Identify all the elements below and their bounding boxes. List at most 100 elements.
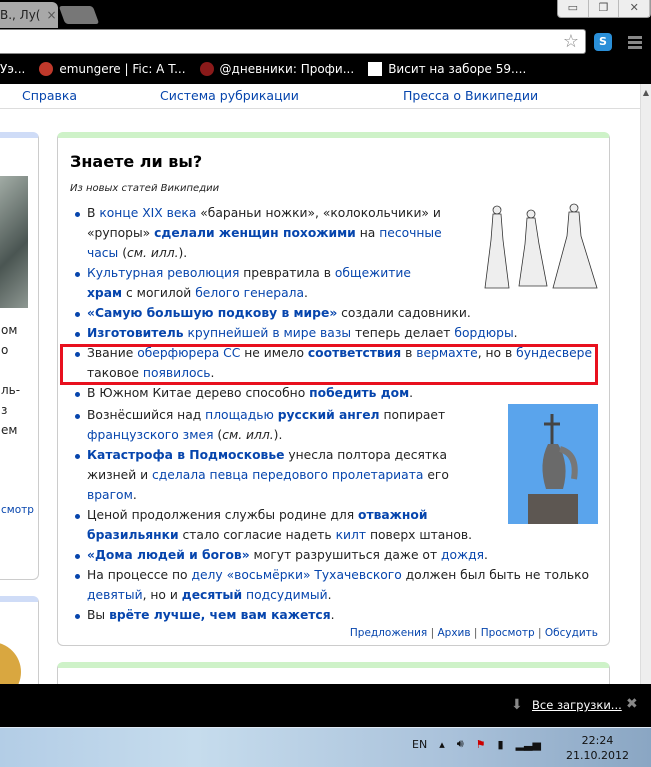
article-link[interactable]: Катастрофа в Подмосковье: [87, 448, 284, 462]
article-link[interactable]: девятый: [87, 588, 143, 602]
article-link[interactable]: бордюры: [454, 326, 513, 340]
dyk-item: Ценой продолжения службы родине для отва…: [72, 505, 492, 545]
bookmark-item[interactable]: emungere | Fic: A T...: [39, 62, 186, 76]
article-link[interactable]: храм: [87, 286, 122, 300]
menu-icon[interactable]: [628, 36, 642, 51]
article-link[interactable]: общежитие: [335, 266, 411, 280]
dyk-title: Знаете ли вы?: [70, 152, 203, 171]
bookmark-favicon-icon: [39, 62, 54, 76]
bookmark-item[interactable]: Висит на заборе 59....: [368, 62, 526, 76]
skype-extension-icon[interactable]: S: [594, 33, 612, 51]
did-you-know-box: Знаете ли вы? Из новых статей Википедии …: [57, 132, 610, 646]
article-link[interactable]: сделали женщин похожими: [154, 226, 356, 240]
article-link[interactable]: французского змея: [87, 428, 213, 442]
article-link[interactable]: подсудимый: [246, 588, 328, 602]
separator: |: [470, 627, 481, 639]
address-bar[interactable]: ☆: [0, 29, 586, 54]
left-panel-text: з: [1, 403, 8, 417]
volume-icon[interactable]: 🔊︎: [457, 737, 464, 751]
item-text: , но и: [142, 588, 182, 602]
item-text: Ценой продолжения службы родине для: [87, 508, 358, 522]
left-panel-text: [1, 480, 34, 500]
tab-title: В., Лу(: [0, 8, 41, 22]
dyk-item: В Южном Китае дерево способно победить д…: [72, 383, 602, 403]
bookmark-item[interactable]: Уэ...: [0, 62, 25, 76]
item-text: его: [423, 468, 449, 482]
footer-link[interactable]: Просмотр: [481, 627, 535, 639]
nav-press-link[interactable]: Пресса о Википедии: [403, 88, 538, 103]
article-link[interactable]: крупнейшей в мире вазы: [187, 326, 351, 340]
item-text: превратила в: [239, 266, 335, 280]
article-link[interactable]: русский ангел: [278, 408, 380, 422]
bookmark-favicon-icon: [199, 62, 214, 76]
footer-link[interactable]: Обсудить: [545, 627, 598, 639]
bookmark-label: emungere | Fic: A T...: [59, 62, 186, 76]
nav-categories-link[interactable]: Система рубрикации: [160, 88, 299, 103]
item-text: ).: [273, 428, 283, 442]
browser-tab[interactable]: В., Лу( ×: [0, 2, 58, 28]
dyk-item: Катастрофа в Подмосковье унесла полтора …: [72, 445, 492, 505]
article-link[interactable]: сделала певца передового пролетариата: [152, 468, 423, 482]
clock-date: 21.10.2012: [566, 749, 629, 762]
article-link[interactable]: Культурная революция: [87, 266, 239, 280]
article-link[interactable]: конце XIX века: [99, 206, 196, 220]
action-center-flag-icon[interactable]: ⚑: [476, 738, 486, 751]
language-indicator[interactable]: EN: [412, 738, 427, 751]
separator: |: [427, 627, 438, 639]
left-panel-text[interactable]: смотр: [1, 500, 34, 520]
item-text: (: [213, 428, 223, 442]
new-tab-button[interactable]: [58, 6, 100, 24]
article-link[interactable]: врёте лучше, чем вам кажется: [109, 608, 331, 622]
dyk-item: Вы врёте лучше, чем вам кажется.: [72, 605, 602, 625]
clock-time: 22:24: [581, 734, 614, 747]
left-panel-2: [0, 596, 39, 684]
power-icon[interactable]: ▮: [498, 738, 504, 751]
dyk-item: «Самую большую подкову в мире» создали с…: [72, 303, 602, 323]
vertical-scrollbar[interactable]: ▲: [640, 84, 651, 684]
close-download-bar-button[interactable]: ✖: [626, 696, 638, 712]
restore-button[interactable]: ❐: [589, 0, 620, 17]
article-link[interactable]: «Самую большую подкову в мире»: [87, 306, 337, 320]
item-text: .: [132, 488, 137, 502]
article-link[interactable]: площадью: [205, 408, 274, 422]
left-panel-image: [0, 176, 28, 308]
article-link[interactable]: «Дома людей и богов»: [87, 548, 250, 562]
dyk-item: Культурная революция превратила в общежи…: [72, 263, 442, 303]
item-text: В: [87, 206, 100, 220]
item-text: На процессе по: [87, 568, 192, 582]
article-link[interactable]: дождя: [441, 548, 484, 562]
item-text: с могилой: [122, 286, 196, 300]
item-text: см. илл.: [222, 428, 274, 442]
download-arrow-icon: ⬇: [511, 697, 523, 713]
all-downloads-link[interactable]: Все загрузки...: [532, 698, 622, 712]
minimize-button[interactable]: ▭: [558, 0, 589, 17]
article-link[interactable]: белого генерала: [195, 286, 304, 300]
scroll-up-arrow-icon[interactable]: ▲: [641, 88, 651, 97]
bookmark-label: Висит на заборе 59....: [388, 62, 527, 76]
item-text: теперь делает: [351, 326, 455, 340]
tab-close-button[interactable]: ×: [46, 8, 56, 22]
dyk-item: В конце XIX века «бараньи ножки», «колок…: [72, 203, 442, 263]
bookmark-star-icon[interactable]: ☆: [563, 31, 579, 52]
bookmark-item[interactable]: @дневники: Профи...: [199, 62, 354, 76]
article-link[interactable]: делу «восьмёрки» Тухачевского: [191, 568, 401, 582]
show-hidden-icons-icon[interactable]: ▴: [439, 738, 445, 751]
article-link[interactable]: победить дом: [309, 386, 409, 400]
clock[interactable]: 22:24 21.10.2012: [566, 733, 629, 763]
window-controls: ▭ ❐ ✕: [557, 0, 651, 18]
nav-help-link[interactable]: Справка: [22, 88, 77, 103]
item-text: .: [304, 286, 308, 300]
article-link[interactable]: Изготовитель: [87, 326, 184, 340]
close-window-button[interactable]: ✕: [619, 0, 651, 17]
footer-link[interactable]: Архив: [437, 627, 470, 639]
item-text: ).: [178, 246, 188, 260]
item-text: создали садовники.: [337, 306, 471, 320]
item-text: Вознёсшийся над: [87, 408, 206, 422]
article-link[interactable]: килт: [336, 528, 366, 542]
network-signal-icon[interactable]: ▂▃▅: [516, 738, 541, 751]
item-text: .: [330, 608, 335, 622]
article-link[interactable]: врагом: [87, 488, 133, 502]
article-link[interactable]: десятый: [182, 588, 242, 602]
item-text: см. илл.: [127, 246, 179, 260]
footer-link[interactable]: Предложения: [350, 627, 427, 639]
